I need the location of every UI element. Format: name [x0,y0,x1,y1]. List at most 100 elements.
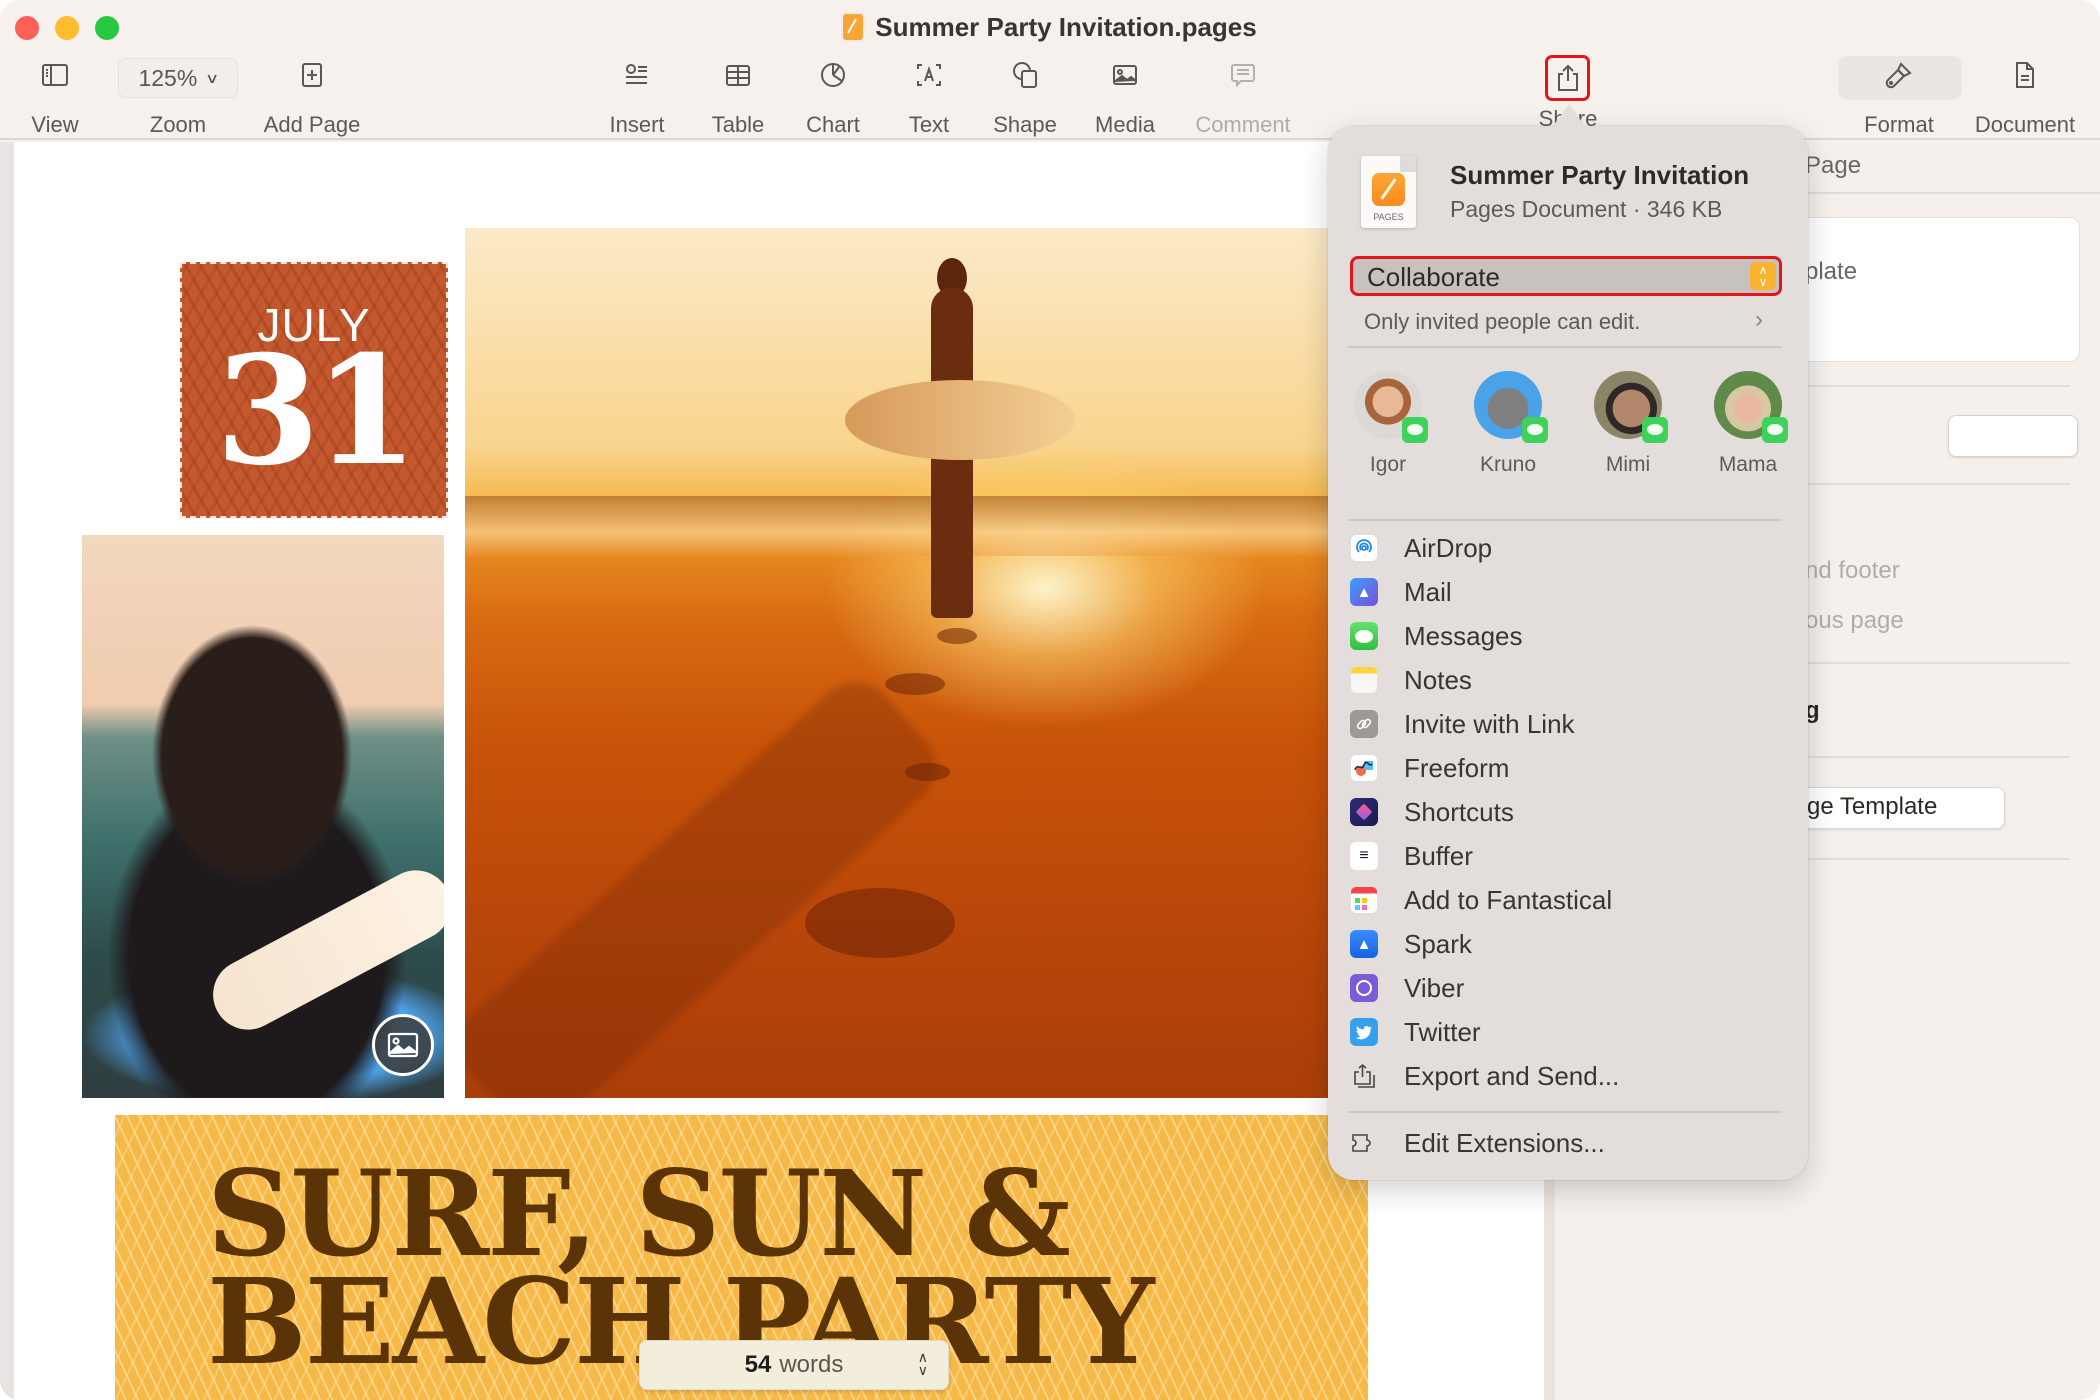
text-label: Text [908,112,950,137]
viber-icon [1350,974,1378,1002]
text-box-icon [914,52,944,98]
share-item-label: Add to Fantastical [1404,884,1613,915]
permission-settings-link[interactable]: Only invited people can edit. [1364,309,1640,335]
paintbrush-icon [1884,52,1914,98]
word-count-control[interactable]: 54 words ∧ ∨ [639,1340,949,1390]
avatar [1474,371,1548,443]
messages-badge-icon [1522,417,1548,443]
twitter-icon [1350,1018,1378,1046]
header-footer-option[interactable]: nd footer [1805,557,1900,585]
share-item-export-send[interactable]: Export and Send... [1350,1056,1790,1096]
share-item-twitter[interactable]: Twitter [1350,1012,1790,1052]
footprint [905,763,950,781]
share-item-messages[interactable]: Messages [1350,616,1790,656]
share-item-invite-link[interactable]: Invite with Link [1350,704,1790,744]
pages-document-icon [843,14,864,40]
beach-surfer-photo[interactable] [465,228,1365,1098]
share-item-airdrop[interactable]: AirDrop [1350,528,1790,568]
media-button[interactable]: Media [1070,52,1180,138]
format-label: Format [1864,112,1934,137]
updown-chevron-icon: ∧ ∨ [1750,262,1776,290]
chevron-right-icon[interactable]: › [1755,306,1763,334]
collaborate-value: Collaborate [1367,262,1500,292]
airdrop-icon [1350,534,1378,562]
toolbar: Summer Party Invitation.pages View 125% … [0,0,2100,140]
add-page-label: Add Page [263,112,361,137]
share-item-label: Shortcuts [1404,796,1514,827]
zoom-control: Zoom [123,52,233,138]
format-button[interactable]: Format [1844,52,1954,138]
share-item-fantastical[interactable]: Add to Fantastical [1350,880,1790,920]
table-button[interactable]: Table [683,52,793,138]
notes-icon [1350,666,1378,694]
popover-divider [1348,519,1782,521]
share-item-freeform[interactable]: Freeform [1350,748,1790,788]
messages-badge-icon [1762,417,1788,443]
file-type-caption: PAGES [1373,212,1404,222]
avatar [1354,371,1428,443]
add-page-button[interactable]: Add Page [257,52,367,138]
share-item-label: Invite with Link [1404,708,1575,739]
person-name: Mama [1718,453,1778,476]
share-icon [1557,64,1578,91]
person-mama[interactable]: Mama [1698,371,1798,477]
date-day: 31 [215,323,419,499]
share-item-notes[interactable]: Notes [1350,660,1790,700]
share-item-label: Spark [1404,928,1472,959]
share-item-spark[interactable]: ▲ Spark [1350,924,1790,964]
freeform-icon [1350,754,1378,782]
table-icon [723,52,753,98]
suggested-people: Igor Kruno Mimi Mama [1328,371,1808,481]
insert-label: Insert [609,112,665,137]
chart-label: Chart [806,112,860,137]
previous-page-option[interactable]: ous page [1805,607,1904,635]
share-item-label: Twitter [1404,1016,1481,1047]
document-canvas[interactable]: JULY 31 SURF, SUN & BEACH PARTY 54 words… [0,142,1560,1400]
popover-divider [1348,346,1782,348]
add-page-icon [297,52,327,98]
text-button[interactable]: Text [874,52,984,138]
person-mimi[interactable]: Mimi [1578,371,1678,477]
sidebar-input-field[interactable] [1948,415,2078,457]
share-item-label: Mail [1404,576,1452,607]
messages-badge-icon [1642,417,1668,443]
person-kruno[interactable]: Kruno [1458,371,1558,477]
shape-button[interactable]: Shape [970,52,1080,138]
share-button[interactable] [1545,55,1590,101]
sidebar-tab-page[interactable]: Page [1805,152,1861,180]
share-item-buffer[interactable]: ≡ Buffer [1350,836,1790,876]
person-name: Igor [1369,453,1407,476]
collaborate-dropdown[interactable]: Collaborate ∧ ∨ [1350,256,1782,296]
export-icon [1350,1062,1378,1090]
share-item-viber[interactable]: Viber [1350,968,1790,1008]
share-item-label: Export and Send... [1404,1060,1620,1091]
edit-extensions-button[interactable]: Edit Extensions... [1350,1123,1790,1163]
share-item-label: AirDrop [1404,532,1493,563]
share-item-shortcuts[interactable]: Shortcuts [1350,792,1790,832]
insert-button[interactable]: Insert [582,52,692,138]
view-label: View [31,112,79,137]
image-placeholder-icon [387,1032,419,1058]
comment-button[interactable]: Comment [1188,52,1298,138]
stepper-updown-icon[interactable]: ∧ ∨ [918,1350,928,1377]
share-item-mail[interactable]: ▲ Mail [1350,572,1790,612]
ocean-waves [465,496,1365,556]
replace-media-button[interactable] [372,1014,434,1076]
person-igor[interactable]: Igor [1338,371,1438,477]
document-page[interactable]: JULY 31 SURF, SUN & BEACH PARTY 54 words… [14,142,1544,1400]
avatar [1594,371,1668,443]
surfboard [845,380,1075,460]
sidebar-view-icon [40,52,70,98]
document-button[interactable]: Document [1970,52,2080,138]
chart-button[interactable]: Chart [778,52,888,138]
surfer-shadow [465,665,952,1098]
edit-extensions-label: Edit Extensions... [1404,1127,1605,1158]
media-label: Media [1095,112,1155,137]
shared-document-name: Summer Party Invitation [1450,160,1750,190]
view-button[interactable]: View [0,52,110,138]
buffer-icon: ≡ [1350,842,1378,870]
surfer-girl-photo[interactable] [82,535,444,1098]
mail-icon: ▲ [1350,578,1378,606]
table-label: Table [711,112,765,137]
date-block[interactable]: JULY 31 [180,262,448,518]
